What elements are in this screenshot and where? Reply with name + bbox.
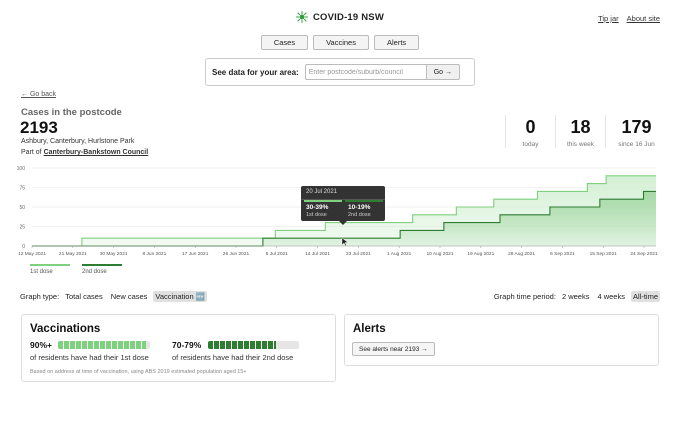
y-tick-label: 0 bbox=[22, 244, 25, 250]
time-period-all-time[interactable]: All-time bbox=[630, 291, 660, 302]
tooltip-first-value: 30-39% bbox=[306, 204, 329, 211]
stat-value: 0 bbox=[525, 117, 536, 137]
x-tick-label: 1 Aug 2021 bbox=[387, 251, 412, 257]
stat-caption: today bbox=[522, 141, 539, 148]
graph-type-new-cases[interactable]: New cases bbox=[109, 291, 150, 302]
vaccinations-note: Based on address at time of vaccination,… bbox=[30, 369, 247, 375]
stat-this-week: 18 this week bbox=[555, 115, 605, 148]
x-tick-label: 15 Sep 2021 bbox=[590, 251, 618, 257]
brand[interactable]: COVID-19 NSW bbox=[0, 11, 680, 23]
graph-type-label: Graph type: bbox=[20, 292, 60, 301]
suburbs-list: Ashbury, Canterbury, Hurlstone Park bbox=[21, 138, 135, 145]
section-label: Cases in the postcode bbox=[21, 107, 122, 118]
tooltip-second-dose: 10-19% 2nd dose bbox=[348, 204, 371, 218]
alerts-card: Alerts See alerts near 2193 → bbox=[344, 314, 659, 366]
virus-icon bbox=[295, 11, 308, 23]
x-tick-label: 26 Jun 2021 bbox=[223, 251, 250, 257]
tooltip-second-label: 2nd dose bbox=[348, 212, 371, 218]
first-dose-summary: 90%+ of residents have had their 1st dos… bbox=[30, 340, 151, 362]
search-label: See data for your area: bbox=[212, 67, 299, 77]
stat-today: 0 today bbox=[505, 115, 555, 148]
see-alerts-button[interactable]: See alerts near 2193 → bbox=[352, 342, 435, 356]
main-nav: Cases Vaccines Alerts bbox=[0, 35, 680, 50]
legend-second-dose[interactable]: 2nd dose bbox=[82, 264, 122, 275]
tooltip-first-label: 1st dose bbox=[306, 212, 327, 218]
stat-since-start: 179 since 16 Jun bbox=[605, 115, 667, 148]
legend-label: 1st dose bbox=[30, 269, 53, 275]
case-stats: 0 today 18 this week 179 since 16 Jun bbox=[505, 115, 667, 148]
postcode-title: 2193 bbox=[20, 118, 58, 137]
legend-swatch-second bbox=[82, 264, 122, 266]
tooltip-first-dose: 30-39% 1st dose bbox=[306, 204, 328, 218]
graph-type-total-cases[interactable]: Total cases bbox=[63, 291, 105, 302]
first-dose-progress bbox=[58, 341, 151, 349]
second-dose-progress-fill bbox=[207, 341, 276, 349]
x-tick-label: 10 Aug 2021 bbox=[427, 251, 454, 257]
second-dose-percent: 70-79% bbox=[172, 340, 202, 350]
first-dose-percent: 90%+ bbox=[30, 340, 52, 350]
about-site-link[interactable]: About site bbox=[627, 14, 660, 23]
x-tick-label: 5 Jul 2021 bbox=[266, 251, 288, 257]
tooltip-second-dose-bar bbox=[345, 200, 383, 202]
tab-cases[interactable]: Cases bbox=[260, 35, 309, 50]
second-dose-progress bbox=[207, 341, 299, 349]
search-input[interactable] bbox=[304, 64, 427, 80]
alerts-title: Alerts bbox=[353, 323, 386, 335]
y-tick-label: 75 bbox=[19, 186, 25, 192]
top-links: Tip jar About site bbox=[598, 14, 660, 23]
chart-legend: 1st dose 2nd dose bbox=[30, 264, 122, 275]
stat-caption: this week bbox=[566, 141, 595, 148]
brand-title: COVID-19 NSW bbox=[312, 11, 385, 23]
time-period-2-weeks[interactable]: 2 weeks bbox=[560, 291, 592, 302]
vaccinations-card: Vaccinations 90%+ of residents have had … bbox=[21, 314, 336, 382]
second-dose-text: of residents have had their 2nd dose bbox=[172, 353, 294, 362]
tip-jar-link[interactable]: Tip jar bbox=[598, 14, 619, 23]
first-dose-progress-fill bbox=[58, 341, 146, 349]
time-period-selector: Graph time period: 2 weeks 4 weeks All-t… bbox=[494, 291, 660, 302]
council-link[interactable]: Canterbury-Bankstown Council bbox=[44, 149, 149, 156]
tooltip-first-dose-bar bbox=[304, 200, 342, 202]
first-dose-text: of residents have had their 1st dose bbox=[30, 353, 149, 362]
tab-vaccines[interactable]: Vaccines bbox=[313, 35, 369, 50]
time-period-4-weeks[interactable]: 4 weeks bbox=[595, 291, 627, 302]
x-tick-label: 24 Sep 2021 bbox=[630, 251, 658, 257]
go-button[interactable]: Go → bbox=[426, 64, 460, 80]
vaccinations-title: Vaccinations bbox=[30, 323, 101, 335]
chart-tooltip: 20 Jul 2021 30-39% 1st dose 10-19% 2nd d… bbox=[301, 186, 385, 225]
x-tick-label: 21 May 2021 bbox=[59, 251, 87, 257]
y-tick-label: 50 bbox=[19, 205, 25, 211]
council-line: Part of Canterbury-Bankstown Council bbox=[21, 149, 148, 156]
go-back-link[interactable]: ← Go back bbox=[21, 91, 56, 98]
time-period-label: Graph time period: bbox=[493, 292, 556, 301]
stat-value: 179 bbox=[621, 117, 652, 137]
x-tick-label: 30 May 2021 bbox=[100, 251, 128, 257]
legend-first-dose[interactable]: 1st dose bbox=[30, 264, 70, 275]
x-tick-label: 12 May 2021 bbox=[18, 251, 46, 257]
x-tick-label: 6 Sep 2021 bbox=[550, 251, 575, 257]
tooltip-second-value: 10-19% bbox=[348, 204, 371, 211]
x-tick-label: 17 Jun 2021 bbox=[182, 251, 209, 257]
area-search: See data for your area: Go → bbox=[205, 58, 475, 86]
stat-value: 18 bbox=[570, 117, 591, 137]
legend-label: 2nd dose bbox=[82, 269, 107, 275]
x-tick-label: 28 Aug 2021 bbox=[508, 251, 535, 257]
legend-swatch-first bbox=[30, 264, 70, 266]
tooltip-date: 20 Jul 2021 bbox=[306, 189, 338, 195]
tab-alerts[interactable]: Alerts bbox=[373, 35, 420, 50]
y-tick-label: 100 bbox=[17, 166, 26, 172]
graph-type-vaccination[interactable]: Vaccination 🆕 bbox=[153, 291, 208, 302]
graph-type-selector: Graph type: Total cases New cases Vaccin… bbox=[20, 291, 208, 302]
second-dose-summary: 70-79% of residents have had their 2nd d… bbox=[172, 340, 299, 362]
x-tick-label: 23 Jul 2021 bbox=[346, 251, 371, 257]
y-tick-label: 25 bbox=[19, 225, 25, 231]
x-tick-label: 19 Aug 2021 bbox=[467, 251, 494, 257]
council-prefix: Part of bbox=[21, 149, 42, 156]
x-tick-label: 8 Jun 2021 bbox=[143, 251, 167, 257]
x-tick-label: 14 Jul 2021 bbox=[305, 251, 330, 257]
stat-caption: since 16 Jun bbox=[618, 141, 655, 148]
